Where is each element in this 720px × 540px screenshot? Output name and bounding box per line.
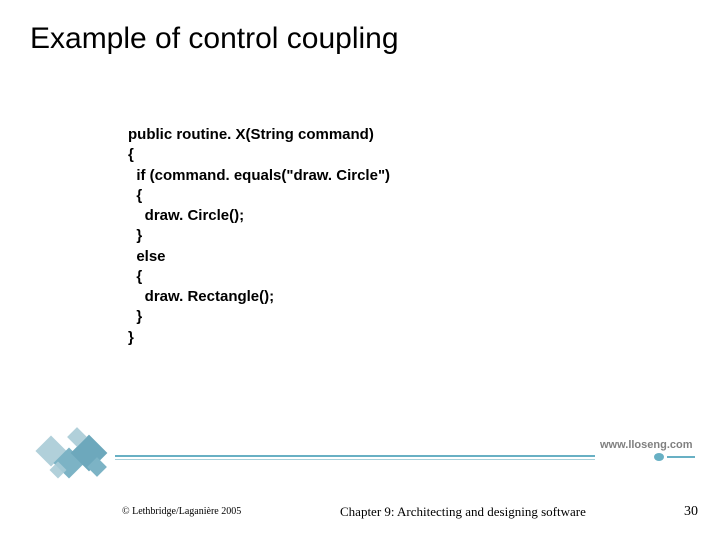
decor-squares-icon: [30, 430, 120, 490]
code-example: public routine. X(String command) { if (…: [128, 125, 390, 348]
code-line: if (command. equals("draw. Circle"): [128, 166, 390, 186]
code-line: draw. Circle();: [128, 206, 390, 226]
code-line: public routine. X(String command): [128, 125, 390, 145]
code-line: else: [128, 247, 390, 267]
code-line: }: [128, 307, 390, 327]
code-line: draw. Rectangle();: [128, 287, 390, 307]
code-line: }: [128, 226, 390, 246]
code-line: {: [128, 145, 390, 165]
slide-title: Example of control coupling: [30, 22, 399, 56]
chapter-text: Chapter 9: Architecting and designing so…: [340, 504, 586, 520]
code-line: {: [128, 267, 390, 287]
url-text: www.lloseng.com: [600, 439, 693, 451]
copyright-text: © Lethbridge/Laganière 2005: [122, 506, 241, 517]
slide-footer: © Lethbridge/Laganière 2005 Chapter 9: A…: [0, 506, 720, 526]
slide-decor: www.lloseng.com: [0, 445, 720, 500]
page-number: 30: [684, 504, 698, 520]
decor-line: [115, 455, 595, 457]
decor-line: [667, 456, 695, 458]
decor-oval: [654, 453, 664, 461]
code-line: {: [128, 186, 390, 206]
code-line: }: [128, 328, 390, 348]
decor-line: [115, 459, 595, 460]
